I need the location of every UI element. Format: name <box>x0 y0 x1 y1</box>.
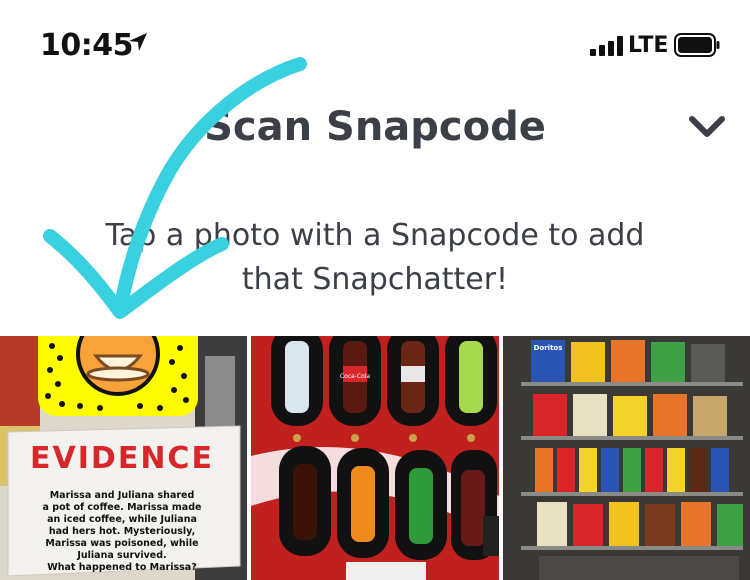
bottle-label: Coca-Cola <box>340 373 371 380</box>
battery-full-icon <box>674 33 720 57</box>
signal-bars-icon <box>590 36 623 56</box>
evidence-sign-line: Marissa was poisoned, while <box>45 538 198 549</box>
evidence-sign-line: Juliana survived. <box>76 550 166 561</box>
status-time: 10:45 <box>40 28 134 63</box>
photo-grid: EVIDENCE Marissa and Juliana shared a po… <box>0 336 750 580</box>
snapcode-photo-image: EVIDENCE Marissa and Juliana shared a po… <box>0 336 247 580</box>
evidence-sign-line: a pot of coffee. Marissa made <box>43 502 202 513</box>
chip-label: Doritos <box>534 344 563 352</box>
network-type: LTE <box>628 33 669 58</box>
instructions-line-1: Tap a photo with a Snapcode to add <box>105 218 645 253</box>
drinks-photo-image: Coca-Cola <box>251 336 499 580</box>
evidence-sign-heading: EVIDENCE <box>30 441 214 476</box>
chevron-down-icon[interactable] <box>688 114 726 140</box>
location-arrow-icon <box>129 33 147 51</box>
photo-thumbnail-snapcode[interactable]: EVIDENCE Marissa and Juliana shared a po… <box>0 336 247 580</box>
evidence-sign-line: an iced coffee, while Juliana <box>47 514 197 525</box>
photo-thumbnail-drinks[interactable]: Coca-Cola <box>251 336 499 580</box>
status-bar: 10:45 LTE <box>0 0 750 92</box>
evidence-sign-line: Marissa and Juliana shared <box>50 490 195 501</box>
photo-thumbnail-snacks[interactable]: Doritos <box>503 336 750 580</box>
instructions-line-2: that Snapchatter! <box>241 262 509 297</box>
page-title: Scan Snapcode <box>204 104 546 150</box>
instructions-text: Tap a photo with a Snapcode to add that … <box>60 214 690 302</box>
evidence-sign-line: had hers hot. Mysteriously, <box>49 526 195 537</box>
evidence-sign-line: What happened to Marissa? <box>47 562 196 573</box>
snacks-photo-image: Doritos <box>503 336 750 580</box>
